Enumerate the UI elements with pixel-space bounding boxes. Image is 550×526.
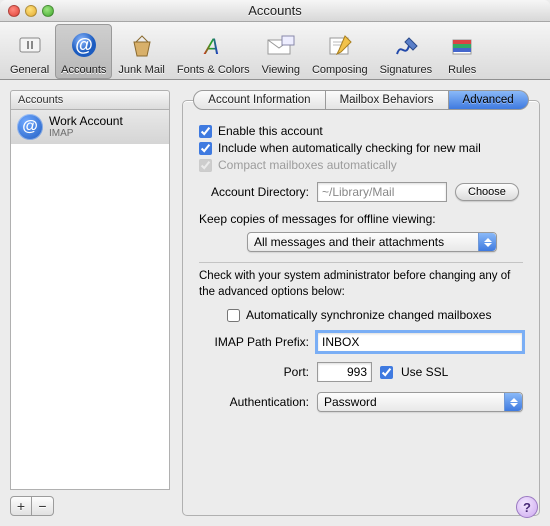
recycle-bin-icon <box>124 29 160 63</box>
signature-icon <box>388 29 424 63</box>
toolbar-general[interactable]: General <box>4 24 55 79</box>
enable-account-checkbox[interactable] <box>199 125 212 138</box>
use-ssl-checkbox[interactable] <box>380 366 393 379</box>
window-title: Accounts <box>0 3 550 18</box>
enable-account-label: Enable this account <box>218 124 323 138</box>
add-account-button[interactable]: + <box>10 496 32 516</box>
account-directory-field <box>317 182 447 202</box>
compact-mailboxes-checkbox <box>199 159 212 172</box>
include-check-checkbox[interactable] <box>199 142 212 155</box>
authentication-value: Password <box>324 395 377 409</box>
sidebar-header: Accounts <box>10 90 170 109</box>
include-check-label: Include when automatically checking for … <box>218 141 481 155</box>
at-icon: @ <box>17 114 43 140</box>
offline-value: All messages and their attachments <box>254 235 444 249</box>
chevron-up-down-icon <box>478 233 496 251</box>
imap-prefix-label: IMAP Path Prefix: <box>199 335 309 349</box>
titlebar: Accounts <box>0 0 550 22</box>
tab-mailbox-behaviors[interactable]: Mailbox Behaviors <box>326 90 449 110</box>
account-row[interactable]: @ Work Account IMAP <box>11 110 169 144</box>
at-icon: @ <box>66 29 102 63</box>
tab-account-information[interactable]: Account Information <box>193 90 325 110</box>
compact-mailboxes-label: Compact mailboxes automatically <box>218 158 397 172</box>
toolbar-signatures[interactable]: Signatures <box>374 24 439 79</box>
port-label: Port: <box>199 365 309 379</box>
admin-note: Check with your system administrator bef… <box>199 269 523 300</box>
authentication-popup[interactable]: Password <box>317 392 523 412</box>
compose-icon <box>322 29 358 63</box>
auto-sync-label: Automatically synchronize changed mailbo… <box>246 308 491 322</box>
switch-icon <box>12 29 48 63</box>
toolbar-rules[interactable]: Rules <box>438 24 486 79</box>
toolbar-composing[interactable]: Composing <box>306 24 374 79</box>
toolbar-viewing[interactable]: Viewing <box>256 24 306 79</box>
remove-account-button[interactable]: − <box>32 496 54 516</box>
advanced-pane: Enable this account Include when automat… <box>182 100 540 516</box>
envelope-view-icon <box>263 29 299 63</box>
preferences-toolbar: General @ Accounts Junk Mail A Fonts & C… <box>0 22 550 80</box>
use-ssl-label: Use SSL <box>401 365 448 379</box>
toolbar-accounts[interactable]: @ Accounts <box>55 24 112 79</box>
choose-directory-button[interactable]: Choose <box>455 183 519 201</box>
rules-icon <box>444 29 480 63</box>
font-icon: A <box>195 29 231 63</box>
tab-advanced[interactable]: Advanced <box>449 90 529 110</box>
account-directory-label: Account Directory: <box>199 185 309 199</box>
toolbar-junk-mail[interactable]: Junk Mail <box>112 24 170 79</box>
svg-text:A: A <box>203 34 220 59</box>
account-name: Work Account <box>49 115 123 128</box>
help-button[interactable]: ? <box>516 496 538 518</box>
offline-label: Keep copies of messages for offline view… <box>199 212 523 226</box>
toolbar-fonts-colors[interactable]: A Fonts & Colors <box>171 24 256 79</box>
accounts-list[interactable]: @ Work Account IMAP <box>10 109 170 490</box>
svg-text:@: @ <box>75 35 93 55</box>
authentication-label: Authentication: <box>199 395 309 409</box>
auto-sync-checkbox[interactable] <box>227 309 240 322</box>
offline-popup[interactable]: All messages and their attachments <box>247 232 497 252</box>
port-field[interactable] <box>317 362 372 382</box>
imap-prefix-field[interactable] <box>317 332 523 352</box>
chevron-up-down-icon <box>504 393 522 411</box>
account-type: IMAP <box>49 128 123 139</box>
